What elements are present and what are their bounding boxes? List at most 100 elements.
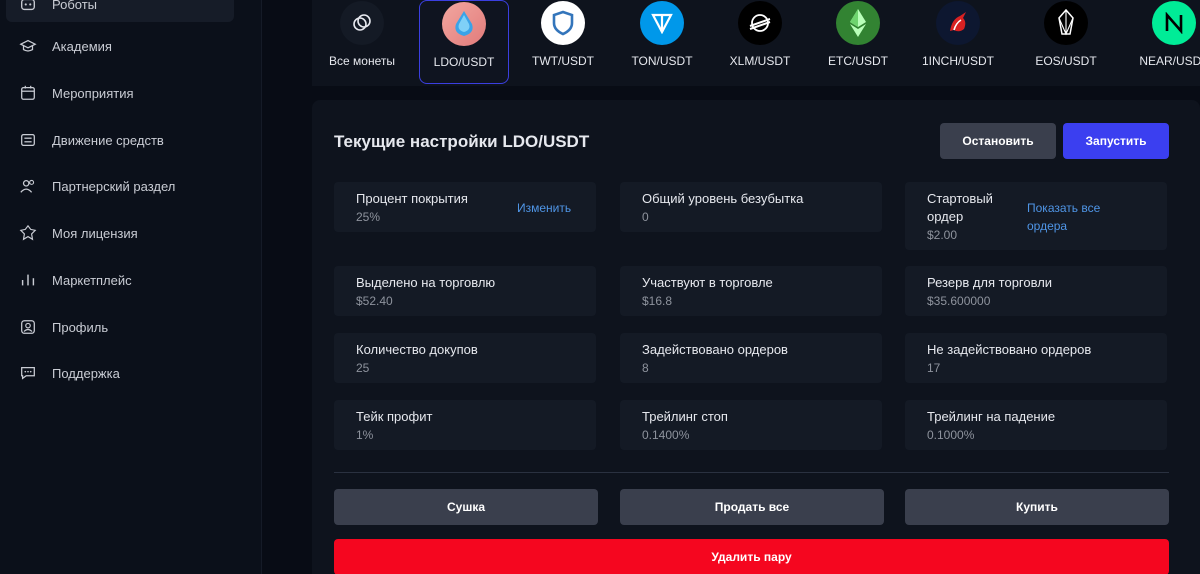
change-coverage-link[interactable]: Изменить bbox=[517, 199, 571, 217]
trailing-fall-card: Трейлинг на падение 0.1000% bbox=[905, 400, 1167, 450]
trailing-fall-value: 0.1000% bbox=[927, 428, 975, 442]
coin-tab-twt[interactable]: TWT/USDT bbox=[518, 0, 608, 84]
xlm-icon bbox=[738, 1, 782, 45]
profile-icon bbox=[18, 317, 38, 337]
sidebar-item-profile[interactable]: Профиль bbox=[0, 309, 240, 345]
sidebar-item-partners[interactable]: Партнерский раздел bbox=[0, 168, 240, 204]
sidebar-item-academy[interactable]: Академия bbox=[0, 28, 240, 64]
sidebar-item-funds[interactable]: Движение средств bbox=[0, 122, 240, 158]
allocated-value: $52.40 bbox=[356, 294, 393, 308]
ton-icon bbox=[640, 1, 684, 45]
sidebar-item-label: Партнерский раздел bbox=[52, 178, 176, 194]
sidebar-item-robots[interactable]: Роботы bbox=[6, 0, 234, 22]
coin-tab-etc[interactable]: ETC/USDT bbox=[813, 0, 903, 84]
coin-tab-1inch[interactable]: 1INCH/USDT bbox=[913, 0, 1003, 84]
coverage-value: 25% bbox=[356, 210, 381, 224]
breakeven-label: Общий уровень безубытка bbox=[642, 191, 804, 206]
coin-tab-near[interactable]: NEAR/USDT bbox=[1129, 0, 1200, 84]
orders-unused-label: Не задействовано ордеров bbox=[927, 342, 1092, 357]
app-root: Роботы Академия Мероприятия Движение сре… bbox=[0, 0, 1200, 574]
sidebar-item-label: Мероприятия bbox=[52, 85, 134, 101]
stop-button[interactable]: Остановить bbox=[940, 123, 1056, 159]
coin-tab-xlm[interactable]: XLM/USDT bbox=[715, 0, 805, 84]
main-content: Все монеты LDO/USDT TWT/USDT TON/USDT XL… bbox=[262, 0, 1200, 574]
coin-tab-ton[interactable]: TON/USDT bbox=[617, 0, 707, 84]
delete-pair-button[interactable]: Удалить пару bbox=[334, 539, 1169, 574]
show-all-orders-link-line1[interactable]: Показать все bbox=[1027, 199, 1100, 217]
dry-button[interactable]: Сушка bbox=[334, 489, 598, 525]
in-trade-card: Участвуют в торговле $16.8 bbox=[620, 266, 882, 316]
coverage-label: Процент покрытия bbox=[356, 191, 468, 206]
chart-bars-icon bbox=[18, 270, 38, 290]
near-icon bbox=[1152, 1, 1196, 45]
partners-icon bbox=[18, 176, 38, 196]
sidebar-item-label: Моя лицензия bbox=[52, 225, 138, 241]
sidebar-item-label: Движение средств bbox=[52, 132, 164, 148]
coin-label: NEAR/USDT bbox=[1139, 54, 1200, 68]
orders-used-value: 8 bbox=[642, 361, 649, 375]
breakeven-value: 0 bbox=[642, 210, 649, 224]
buy-count-label: Количество докупов bbox=[356, 342, 478, 357]
in-trade-label: Участвуют в торговле bbox=[642, 275, 773, 290]
divider bbox=[334, 472, 1169, 473]
reserve-value: $35.600000 bbox=[927, 294, 991, 308]
start-order-label-line1: Стартовый bbox=[927, 191, 993, 206]
coin-tab-eos[interactable]: EOS/USDT bbox=[1021, 0, 1111, 84]
coin-label: 1INCH/USDT bbox=[921, 54, 994, 68]
sidebar-item-license[interactable]: Моя лицензия bbox=[0, 215, 240, 251]
coin-label: Все монеты bbox=[329, 54, 395, 68]
panel-title: Текущие настройки LDO/USDT bbox=[334, 132, 590, 151]
1inch-unicorn-icon bbox=[936, 1, 980, 45]
coin-label: EOS/USDT bbox=[1035, 54, 1097, 68]
orders-used-label: Задействовано ордеров bbox=[642, 342, 788, 357]
coverage-card: Процент покрытия 25% Изменить bbox=[334, 182, 596, 232]
ldo-icon bbox=[442, 2, 486, 46]
allocated-label: Выделено на торговлю bbox=[356, 275, 496, 290]
breakeven-card: Общий уровень безубытка 0 bbox=[620, 182, 882, 232]
sidebar-item-label: Поддержка bbox=[52, 365, 120, 381]
robot-icon bbox=[18, 0, 38, 14]
start-order-card: Стартовый ордер $2.00 Показать все ордер… bbox=[905, 182, 1167, 250]
take-profit-label: Тейк профит bbox=[356, 409, 433, 424]
coin-tab-all[interactable]: Все монеты bbox=[317, 0, 407, 84]
reserve-label: Резерв для торговли bbox=[927, 275, 1053, 290]
take-profit-card: Тейк профит 1% bbox=[334, 400, 596, 450]
graduation-cap-icon bbox=[18, 36, 38, 56]
eos-icon bbox=[1044, 1, 1088, 45]
run-button[interactable]: Запустить bbox=[1063, 123, 1169, 159]
sidebar: Роботы Академия Мероприятия Движение сре… bbox=[0, 0, 262, 574]
take-profit-value: 1% bbox=[356, 428, 374, 442]
sidebar-item-label: Академия bbox=[52, 38, 112, 54]
allocated-card: Выделено на торговлю $52.40 bbox=[334, 266, 596, 316]
buy-count-card: Количество докупов 25 bbox=[334, 333, 596, 383]
settings-panel: Текущие настройки LDO/USDT Остановить За… bbox=[312, 100, 1200, 574]
trailing-stop-label: Трейлинг стоп bbox=[642, 409, 728, 424]
coin-label: XLM/USDT bbox=[729, 54, 791, 68]
twt-shield-icon bbox=[541, 1, 585, 45]
sell-all-button[interactable]: Продать все bbox=[620, 489, 884, 525]
orders-unused-value: 17 bbox=[927, 361, 941, 375]
calendar-icon bbox=[18, 83, 38, 103]
start-order-label-line2: ордер bbox=[927, 209, 964, 224]
reserve-card: Резерв для торговли $35.600000 bbox=[905, 266, 1167, 316]
sidebar-item-label: Маркетплейс bbox=[52, 272, 132, 288]
sidebar-item-support[interactable]: Поддержка bbox=[0, 355, 240, 391]
sidebar-item-label: Профиль bbox=[52, 319, 109, 335]
coin-selector: Все монеты LDO/USDT TWT/USDT TON/USDT XL… bbox=[312, 0, 1200, 86]
coin-label: LDO/USDT bbox=[433, 55, 495, 69]
license-icon bbox=[18, 223, 38, 243]
sidebar-item-marketplace[interactable]: Маркетплейс bbox=[0, 262, 240, 298]
trailing-stop-card: Трейлинг стоп 0.1400% bbox=[620, 400, 882, 450]
trailing-stop-value: 0.1400% bbox=[642, 428, 690, 442]
coin-tab-ldo[interactable]: LDO/USDT bbox=[419, 0, 509, 84]
trailing-fall-label: Трейлинг на падение bbox=[927, 409, 1056, 424]
all-coins-icon bbox=[340, 1, 384, 45]
buy-button[interactable]: Купить bbox=[905, 489, 1169, 525]
in-trade-value: $16.8 bbox=[642, 294, 673, 308]
etc-icon bbox=[836, 1, 880, 45]
chat-icon bbox=[18, 363, 38, 383]
coin-label: ETC/USDT bbox=[828, 54, 888, 68]
show-all-orders-link-line2[interactable]: ордера bbox=[1027, 217, 1067, 235]
coin-label: TWT/USDT bbox=[532, 54, 594, 68]
sidebar-item-events[interactable]: Мероприятия bbox=[0, 75, 240, 111]
